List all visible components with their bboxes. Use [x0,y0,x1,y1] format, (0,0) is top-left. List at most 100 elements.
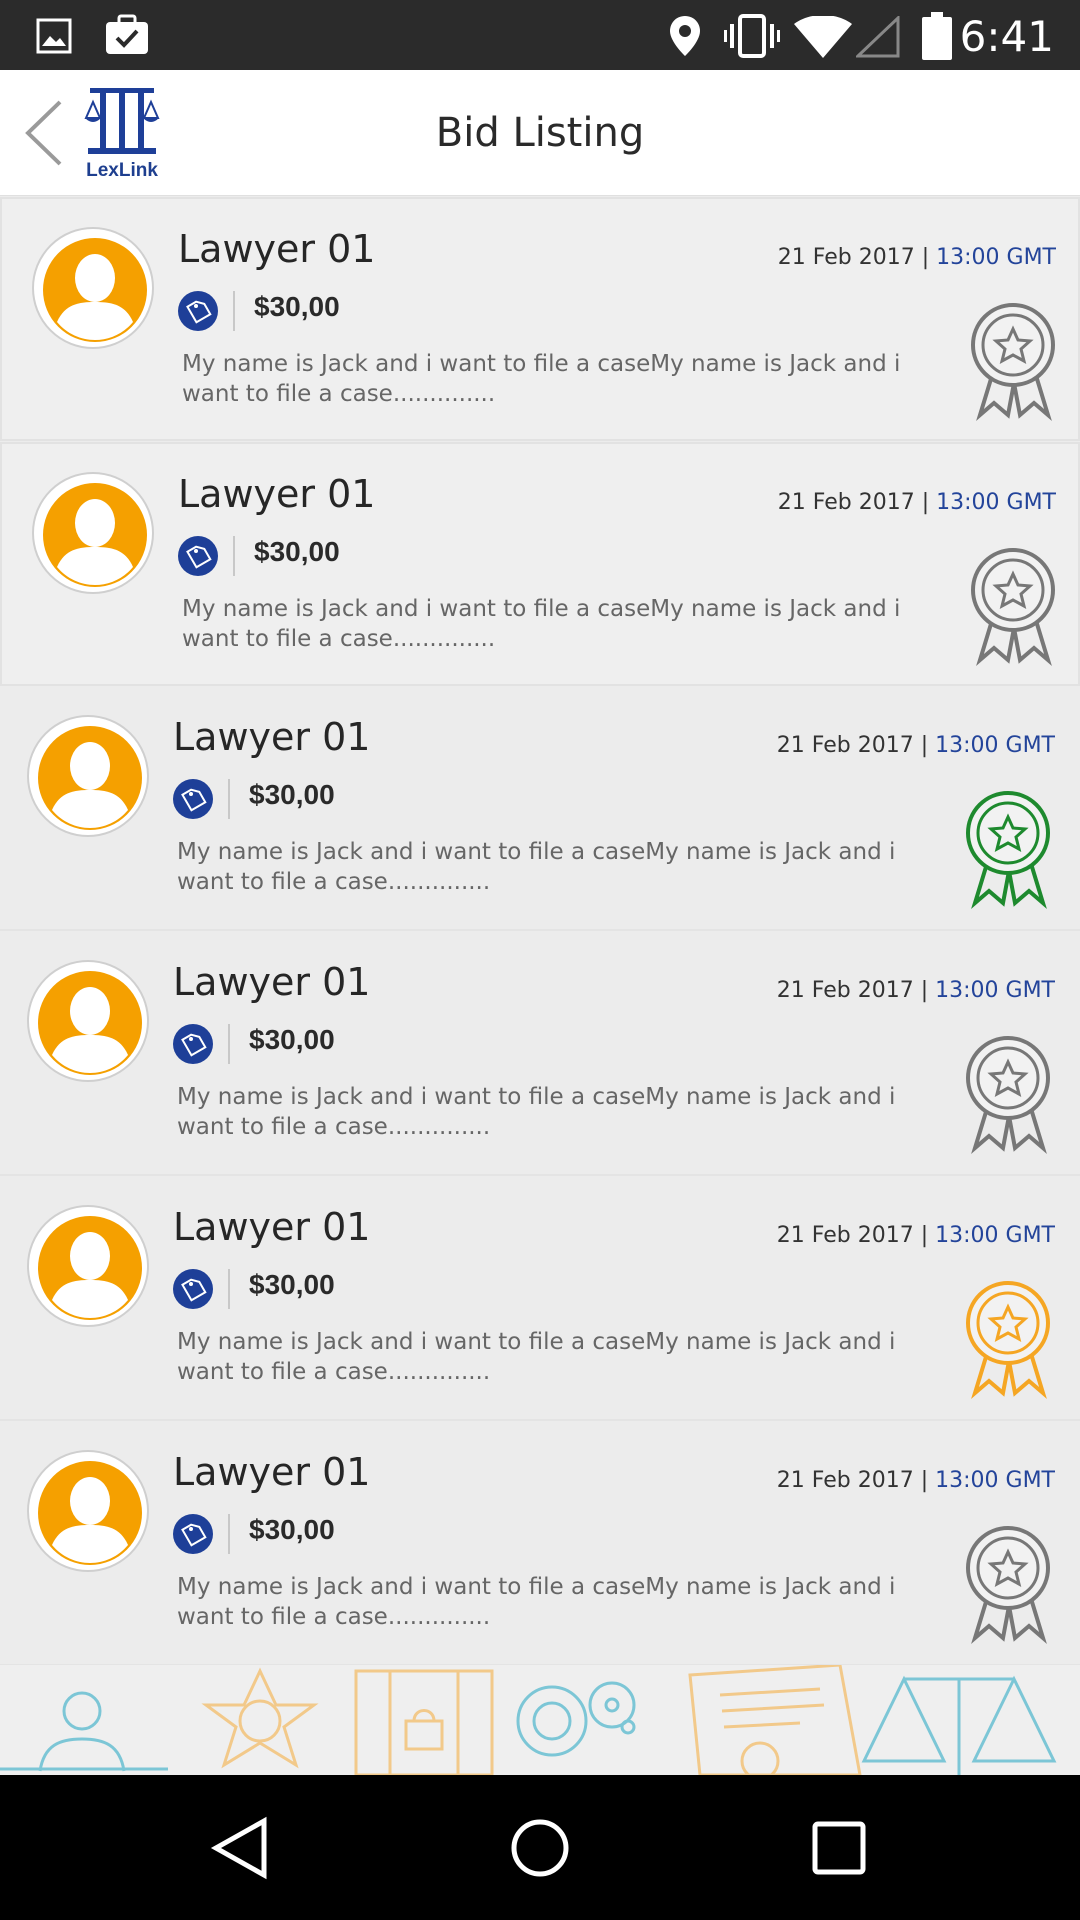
price-tag-icon [178,291,218,331]
bid-list-item[interactable]: Lawyer 01 21 Feb 2017 | 13:00 GMT $30,00… [0,1422,1080,1666]
award-ribbon-icon[interactable] [968,548,1058,666]
price-tag-icon [173,779,213,819]
price-separator [228,1024,230,1064]
bid-date: 21 Feb 2017 [777,490,915,515]
bid-description: My name is Jack and i want to file a cas… [177,839,896,895]
vibrate-icon [724,14,780,58]
price-separator [228,1514,230,1554]
bid-list-item[interactable]: Lawyer 01 21 Feb 2017 | 13:00 GMT $30,00… [0,932,1080,1176]
status-time: 6:41 [959,12,1054,61]
sheriff-star-icon [201,1667,319,1769]
avatar [27,960,149,1082]
bid-price: $30,00 [249,779,335,810]
bid-time: 13:00 GMT [935,733,1055,758]
bid-list-item[interactable]: Lawyer 01 21 Feb 2017 | 13:00 GMT $30,00… [0,442,1080,686]
person-icon [0,1691,168,1772]
price-separator [228,1269,230,1309]
user-silhouette-icon [38,1216,142,1320]
price-tag-icon [173,1024,213,1064]
avatar [27,1205,149,1327]
bid-datetime: 21 Feb 2017 | 13:00 GMT [777,1223,1055,1248]
bid-price: $30,00 [249,1024,335,1055]
bid-time: 13:00 GMT [935,1468,1055,1493]
date-separator: | [920,733,929,758]
bid-price: $30,00 [254,536,340,567]
bid-price: $30,00 [249,1514,335,1545]
bid-datetime: 21 Feb 2017 | 13:00 GMT [777,733,1055,758]
lawyer-name: Lawyer 01 [173,715,371,759]
lawyer-name: Lawyer 01 [178,472,376,516]
scales-icon [861,1675,1057,1775]
bid-description: My name is Jack and i want to file a cas… [182,596,901,652]
price-tag-icon [173,1514,213,1554]
certificate-icon [688,1665,862,1775]
price-separator [228,779,230,819]
user-silhouette-icon [38,726,142,830]
handcuffs-icon [516,1681,636,1757]
briefcase-check-icon [106,14,148,54]
bid-list-item[interactable]: Lawyer 01 21 Feb 2017 | 13:00 GMT $30,00… [0,687,1080,931]
bid-description: My name is Jack and i want to file a cas… [177,1084,896,1140]
user-silhouette-icon [38,1461,142,1565]
bid-time: 13:00 GMT [936,245,1056,270]
system-nav-bar [0,1775,1080,1920]
bid-date: 21 Feb 2017 [777,245,915,270]
bid-datetime: 21 Feb 2017 | 13:00 GMT [777,1468,1055,1493]
award-ribbon-icon[interactable] [968,303,1058,421]
back-triangle-icon[interactable] [208,1815,274,1881]
price-separator [233,291,235,331]
logo-text: LexLink [86,160,158,181]
page-title: Bid Listing [435,110,645,156]
wifi-icon [794,16,852,58]
avatar [32,227,154,349]
bid-time: 13:00 GMT [935,978,1055,1003]
location-icon [670,16,700,56]
lawyer-name: Lawyer 01 [173,960,371,1004]
status-bar: 6:41 [0,0,1080,70]
bid-description: My name is Jack and i want to file a cas… [177,1574,896,1630]
award-ribbon-icon[interactable] [963,1526,1053,1644]
price-separator [233,536,235,576]
bid-date: 21 Feb 2017 [776,733,914,758]
app-header: LexLink Bid Listing [0,70,1080,196]
home-circle-icon[interactable] [507,1815,573,1881]
award-ribbon-icon[interactable] [963,791,1053,909]
lawyer-name: Lawyer 01 [173,1450,371,1494]
bid-price: $30,00 [254,291,340,322]
bid-list-item[interactable]: Lawyer 01 21 Feb 2017 | 13:00 GMT $30,00… [0,197,1080,441]
bid-description: My name is Jack and i want to file a cas… [177,1329,896,1385]
date-separator: | [921,245,930,270]
bid-list-item[interactable]: Lawyer 01 21 Feb 2017 | 13:00 GMT $30,00… [0,1177,1080,1421]
recents-square-icon[interactable] [806,1815,872,1881]
user-silhouette-icon [43,483,147,587]
date-separator: | [920,978,929,1003]
user-silhouette-icon [43,238,147,342]
bid-date: 21 Feb 2017 [776,1223,914,1248]
avatar [32,472,154,594]
bid-time: 13:00 GMT [936,490,1056,515]
bid-datetime: 21 Feb 2017 | 13:00 GMT [778,490,1056,515]
prison-lock-icon [354,1669,494,1775]
signal-icon [856,16,900,58]
price-tag-icon [173,1269,213,1309]
bid-date: 21 Feb 2017 [776,1468,914,1493]
bid-price: $30,00 [249,1269,335,1300]
bid-list: Lawyer 01 21 Feb 2017 | 13:00 GMT $30,00… [0,197,1080,1666]
lawyer-name: Lawyer 01 [173,1205,371,1249]
battery-icon [922,12,952,60]
bid-time: 13:00 GMT [935,1223,1055,1248]
award-ribbon-icon[interactable] [963,1281,1053,1399]
legal-icons-decoration [0,1665,1080,1775]
avatar [27,1450,149,1572]
date-separator: | [920,1223,929,1248]
bid-datetime: 21 Feb 2017 | 13:00 GMT [777,978,1055,1003]
date-separator: | [920,1468,929,1493]
price-tag-icon [178,536,218,576]
date-separator: | [921,490,930,515]
user-silhouette-icon [38,971,142,1075]
avatar [27,715,149,837]
bid-description: My name is Jack and i want to file a cas… [182,351,901,407]
award-ribbon-icon[interactable] [963,1036,1053,1154]
bid-date: 21 Feb 2017 [776,978,914,1003]
image-icon [36,18,72,54]
